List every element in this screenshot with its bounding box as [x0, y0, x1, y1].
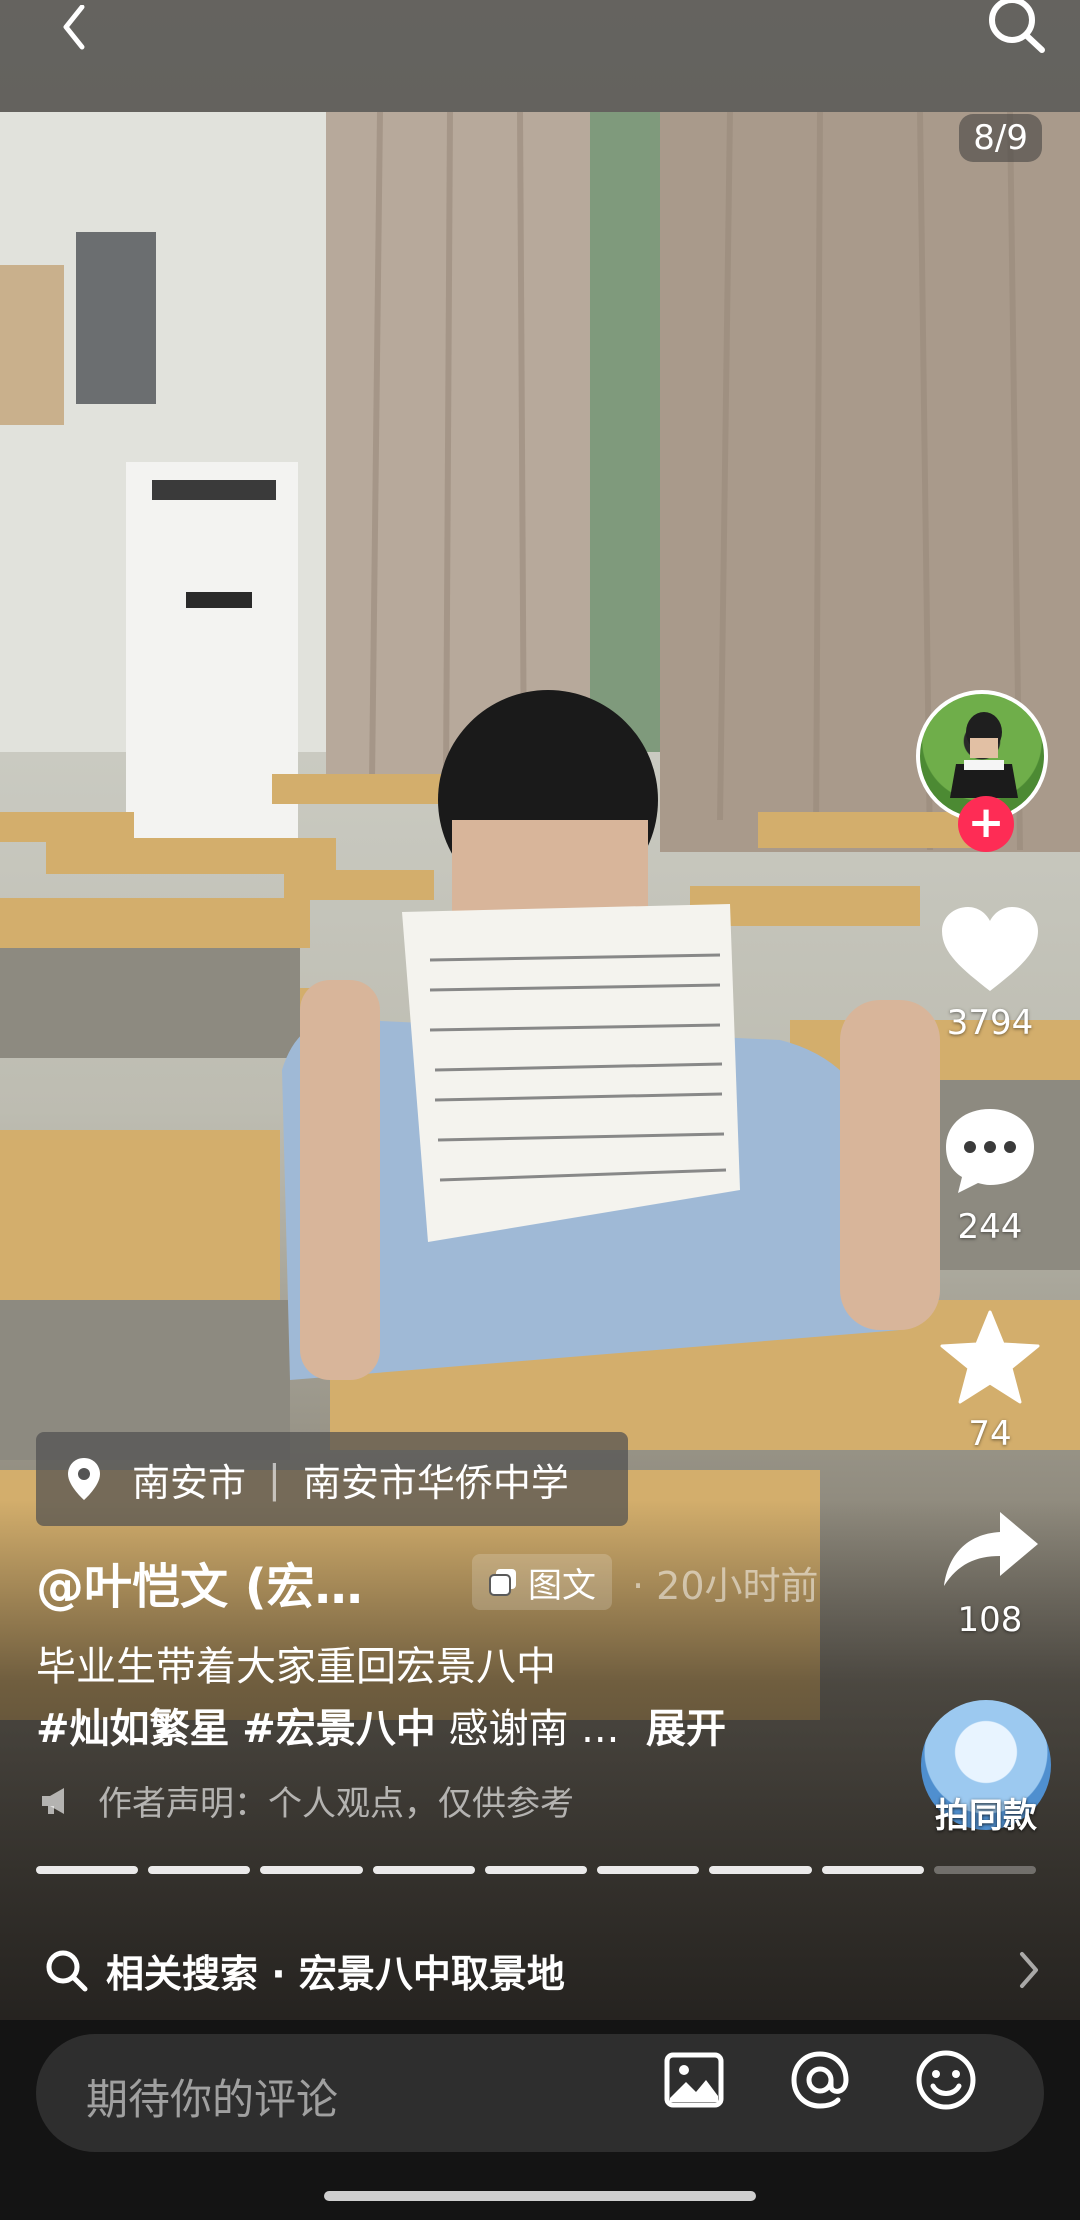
image-page-counter: 8/9	[959, 114, 1042, 162]
author-avatar-group[interactable]: +	[916, 690, 1056, 852]
location-tag[interactable]: 南安市 | 南安市华侨中学	[36, 1432, 628, 1526]
image-button[interactable]	[660, 2046, 728, 2114]
progress-segment	[372, 1866, 475, 1874]
like-button[interactable]: 3794	[930, 905, 1050, 1043]
location-city: 南安市	[132, 1460, 247, 1505]
notice-text: 作者声明：个人观点，仅供参考	[98, 1784, 574, 1824]
plus-icon: +	[967, 797, 1005, 848]
comment-bubble-icon	[946, 1109, 1034, 1193]
chevron-left-icon	[63, 5, 85, 50]
hashtag-link[interactable]: #宏景八中	[242, 1706, 436, 1752]
image-progress-bar	[36, 1866, 1036, 1874]
follow-button[interactable]: +	[958, 796, 1014, 852]
share-count: 108	[957, 1600, 1023, 1640]
search-icon	[46, 1950, 88, 1992]
header-bar	[0, 0, 1080, 112]
related-search-label: 相关搜索 · 宏景八中取景地	[106, 1951, 565, 1996]
search-icon	[989, 0, 1045, 53]
hashtag-link[interactable]: #灿如繁星	[36, 1706, 230, 1752]
progress-segment	[821, 1866, 924, 1874]
megaphone-icon	[42, 1787, 64, 1814]
share-button[interactable]: 108	[930, 1510, 1050, 1640]
favorite-button[interactable]: 74	[930, 1310, 1050, 1454]
progress-segment	[933, 1866, 1036, 1874]
author-notice: 作者声明：个人观点，仅供参考	[40, 1776, 574, 1825]
progress-segment	[36, 1866, 139, 1874]
progress-segment	[484, 1866, 588, 1874]
post-type-tag: 图文	[472, 1554, 612, 1610]
caption-rest: 感谢南 ...	[448, 1706, 620, 1752]
at-sign-icon	[791, 2051, 849, 2109]
location-separator: |	[268, 1457, 281, 1501]
home-indicator	[324, 2191, 756, 2201]
like-count: 3794	[946, 1003, 1034, 1043]
chevron-right-icon	[1020, 1952, 1038, 1988]
author-row: @叶恺文 (宏… 图文 · 20小时前	[36, 1552, 819, 1615]
related-search-bar[interactable]: 相关搜索 · 宏景八中取景地	[0, 1922, 1080, 2018]
caption-hashtags-line: #灿如繁星 #宏景八中 感谢南 ... 展开	[36, 1696, 726, 1754]
favorite-count: 74	[968, 1414, 1012, 1454]
post-time: · 20小时前	[632, 1563, 819, 1608]
same-style-label: 拍同款	[935, 1796, 1037, 1836]
location-place: 南安市华侨中学	[302, 1460, 569, 1505]
expand-button[interactable]: 展开	[646, 1706, 726, 1752]
star-icon	[940, 1310, 1040, 1404]
progress-segment	[148, 1866, 251, 1874]
search-button[interactable]	[972, 0, 1062, 60]
image-icon	[664, 2052, 724, 2108]
progress-segment	[709, 1866, 812, 1874]
location-pin-icon	[68, 1458, 100, 1500]
mention-button[interactable]	[786, 2046, 854, 2114]
comment-input[interactable]: 期待你的评论	[36, 2034, 1044, 2152]
comment-placeholder: 期待你的评论	[86, 2075, 339, 2124]
comment-count: 244	[957, 1207, 1023, 1247]
same-style-button[interactable]: 拍同款	[918, 1700, 1054, 1879]
author-name[interactable]: @叶恺文 (宏…	[36, 1547, 432, 1617]
post-type-label: 图文	[528, 1565, 596, 1606]
back-button[interactable]	[28, 0, 118, 60]
progress-segment	[597, 1866, 700, 1874]
share-arrow-icon	[944, 1512, 1038, 1586]
caption-text: 毕业生带着大家重回宏景八中	[36, 1644, 556, 1690]
heart-icon	[942, 907, 1038, 991]
comment-bar: 期待你的评论	[0, 2020, 1080, 2220]
emoji-button[interactable]	[912, 2046, 980, 2114]
photos-icon	[489, 1569, 516, 1596]
progress-segment	[260, 1866, 363, 1874]
smiley-icon	[916, 2050, 976, 2110]
comment-button[interactable]: 244	[930, 1105, 1050, 1247]
